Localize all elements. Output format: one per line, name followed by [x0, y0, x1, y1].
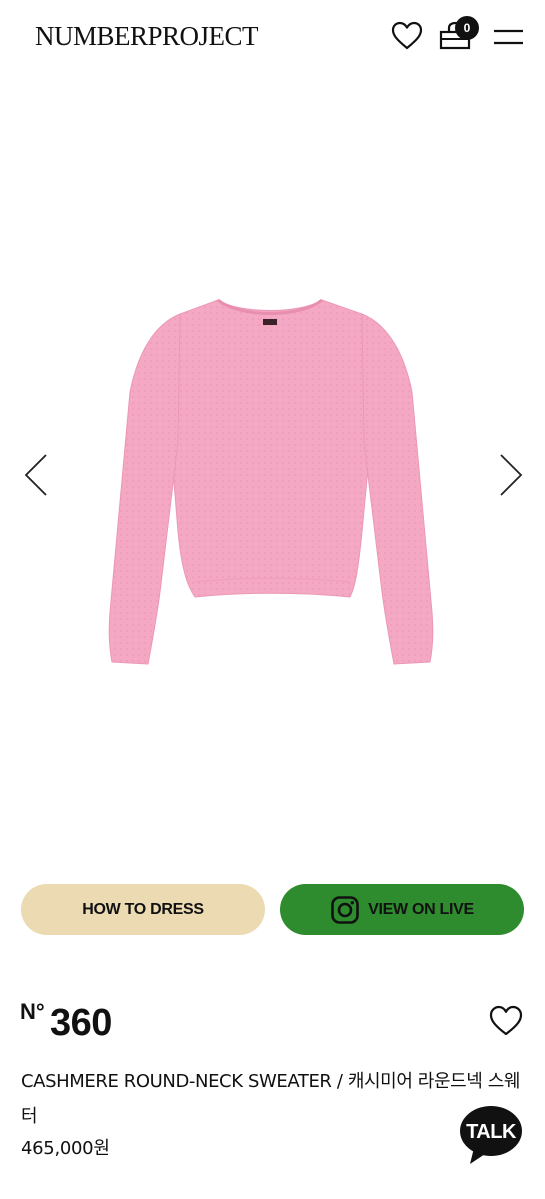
product-price: 465,000원: [21, 1138, 110, 1159]
product-wishlist-heart-icon[interactable]: [488, 1004, 524, 1038]
how-to-dress-label: HOW TO DRESS: [82, 900, 204, 918]
instagram-icon: [331, 895, 359, 924]
how-to-dress-button[interactable]: HOW TO DRESS: [21, 884, 265, 935]
heart-icon[interactable]: [390, 20, 424, 52]
cart-count-badge: 0: [455, 16, 479, 40]
brand-logo[interactable]: NUMBERPROJECT: [35, 20, 259, 52]
site-header: NUMBERPROJECT 0: [0, 0, 545, 72]
product-number: 360: [50, 1002, 112, 1044]
product-name: CASHMERE ROUND-NECK SWEATER / 캐시미어 라운드넥 …: [21, 1071, 521, 1127]
chevron-right-icon[interactable]: [495, 452, 525, 498]
product-image-gallery[interactable]: [0, 72, 545, 872]
view-on-live-label: VIEW ON LIVE: [368, 900, 474, 918]
kakao-talk-icon[interactable]: [458, 1104, 524, 1166]
menu-icon[interactable]: [492, 20, 526, 52]
view-on-live-button[interactable]: VIEW ON LIVE: [280, 884, 524, 935]
product-image: [108, 298, 434, 665]
chevron-left-icon[interactable]: [22, 452, 52, 498]
product-number-prefix: N°: [20, 999, 45, 1024]
